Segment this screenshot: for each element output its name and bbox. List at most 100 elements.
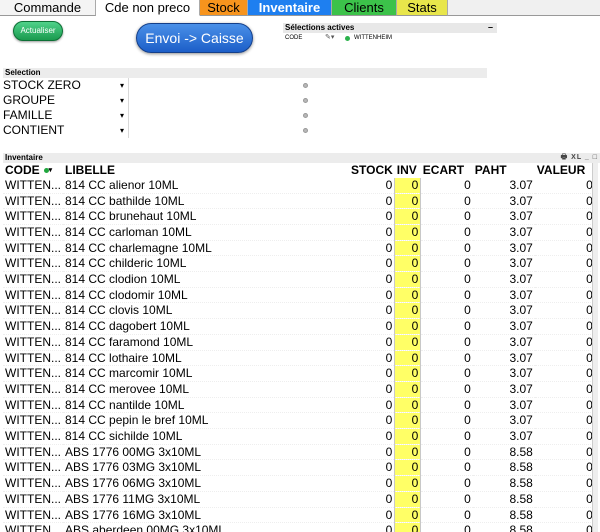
actualiser-button[interactable]: Actualiser [13, 21, 63, 41]
column-header-stock[interactable]: STOCK [349, 163, 395, 178]
cell-valeur: 0 [534, 428, 595, 445]
table-row[interactable]: WITTEN... 814 CC sichilde 10ML 0 0 0 3.07 0 [3, 428, 595, 445]
column-header-ecart[interactable]: ECART [421, 163, 473, 178]
cell-code: WITTEN... [3, 475, 63, 492]
table-tools-icon[interactable]: 🖶 XL _ □ [561, 153, 598, 163]
tab-cde-non-preco[interactable]: Cde non preco [96, 0, 200, 16]
cell-libelle: 814 CC alienor 10ML [63, 177, 349, 194]
cell-code: WITTEN... [3, 428, 63, 445]
table-row[interactable]: WITTEN... 814 CC merovee 10ML 0 0 0 3.07 0 [3, 381, 595, 398]
table-row[interactable]: WITTEN... ABS 1776 16MG 3x10ML 0 0 0 8.58 0 [3, 507, 595, 524]
dropdown-arrow-icon[interactable]: ▾ [120, 123, 124, 138]
cell-ecart: 0 [420, 240, 473, 257]
cell-inv[interactable]: 0 [394, 491, 422, 508]
table-row[interactable]: WITTEN... ABS aberdeen 00MG 3x10ML 0 0 0 8.58… [3, 522, 595, 532]
cell-inv[interactable]: 0 [394, 522, 422, 532]
radio-icon[interactable] [303, 128, 308, 133]
selection-row-stock-zero[interactable]: STOCK ZERO ▾ [3, 78, 487, 93]
dropdown-arrow-icon[interactable]: ▾ [120, 78, 124, 93]
cell-inv[interactable]: 0 [394, 255, 422, 273]
table-row[interactable]: WITTEN... 814 CC carloman 10ML 0 0 0 3.07 0 [3, 224, 595, 241]
selection-row-contient[interactable]: CONTIENT ▾ [3, 123, 487, 138]
table-row[interactable]: WITTEN... 814 CC clovis 10ML 0 0 0 3.07 0 [3, 302, 595, 320]
cell-inv[interactable]: 0 [394, 350, 422, 367]
cell-code: WITTEN... [3, 522, 63, 532]
table-row[interactable]: WITTEN... 814 CC pepin le bref 10ML 0 0 0 3.0… [3, 412, 595, 430]
cell-inv[interactable]: 0 [394, 428, 422, 445]
table-row[interactable]: WITTEN... 814 CC nantilde 10ML 0 0 0 3.07 0 [3, 397, 595, 414]
column-header-valeur[interactable]: VALEUR [535, 163, 595, 178]
cell-paht: 3.07 [472, 224, 535, 241]
cell-inv[interactable]: 0 [394, 208, 422, 225]
cell-stock: 0 [349, 193, 395, 210]
cell-code: WITTEN... [3, 287, 63, 304]
table-row[interactable]: WITTEN... 814 CC bathilde 10ML 0 0 0 3.07 0 [3, 193, 595, 210]
cell-inv[interactable]: 0 [394, 287, 422, 304]
table-row[interactable]: WITTEN... 814 CC marcomir 10ML 0 0 0 3.07 0 [3, 365, 595, 382]
cell-inv[interactable]: 0 [394, 302, 422, 320]
minimize-icon[interactable]: – [488, 23, 493, 32]
cell-valeur: 0 [534, 287, 595, 304]
table-row[interactable]: WITTEN... 814 CC alienor 10ML 0 0 0 3.07 0 [3, 177, 595, 194]
table-row[interactable]: WITTEN... ABS 1776 11MG 3x10ML 0 0 0 8.58 0 [3, 491, 595, 508]
tab-clients[interactable]: Clients [332, 0, 397, 16]
cell-paht: 8.58 [472, 491, 535, 508]
table-scrollbar[interactable] [592, 163, 598, 532]
cell-inv[interactable]: 0 [394, 193, 422, 210]
cell-inv[interactable]: 0 [394, 397, 422, 414]
radio-icon[interactable] [303, 83, 308, 88]
cell-inv[interactable]: 0 [394, 224, 422, 241]
cell-ecart: 0 [420, 381, 473, 398]
dropdown-arrow-icon[interactable]: ▾ [120, 108, 124, 123]
table-row[interactable]: WITTEN... ABS 1776 06MG 3x10ML 0 0 0 8.58 0 [3, 475, 595, 492]
table-row[interactable]: WITTEN... 814 CC clodion 10ML 0 0 0 3.07 0 [3, 271, 595, 288]
column-header-inv[interactable]: INV [395, 163, 421, 178]
dropdown-arrow-icon[interactable]: ▾ [120, 93, 124, 108]
cell-inv[interactable]: 0 [394, 318, 422, 335]
column-header-paht[interactable]: PAHT [473, 163, 535, 178]
column-header-libelle[interactable]: LIBELLE [63, 163, 349, 178]
cell-code: WITTEN... [3, 224, 63, 241]
cell-inv[interactable]: 0 [394, 240, 422, 257]
selections-actives-row[interactable]: CODE ✎▾ WITTENHEIM [283, 33, 497, 43]
table-row[interactable]: WITTEN... 814 CC charlemagne 10ML 0 0 0 3.07 0 [3, 240, 595, 257]
cell-inv[interactable]: 0 [394, 381, 422, 398]
tab-stats[interactable]: Stats [397, 0, 448, 16]
table-row[interactable]: WITTEN... 814 CC childeric 10ML 0 0 0 3.07 0 [3, 255, 595, 273]
radio-icon[interactable] [303, 98, 308, 103]
column-header-code[interactable]: CODE ▾ [3, 163, 63, 178]
selection-row-famille[interactable]: FAMILLE ▾ [3, 108, 487, 123]
cell-paht: 3.07 [472, 177, 535, 194]
table-row[interactable]: WITTEN... ABS 1776 00MG 3x10ML 0 0 0 8.58 0 [3, 444, 595, 461]
edit-dropdown-icon[interactable]: ✎▾ [325, 33, 345, 43]
cell-ecart: 0 [420, 522, 473, 532]
cell-libelle: 814 CC clodion 10ML [63, 271, 349, 288]
cell-inv[interactable]: 0 [394, 459, 422, 477]
tab-stock[interactable]: Stock [200, 0, 248, 16]
table-row[interactable]: WITTEN... 814 CC dagobert 10ML 0 0 0 3.07 0 [3, 318, 595, 335]
cell-valeur: 0 [534, 177, 595, 194]
cell-libelle: 814 CC dagobert 10ML [63, 318, 349, 335]
table-row[interactable]: WITTEN... ABS 1776 03MG 3x10ML 0 0 0 8.58 0 [3, 459, 595, 477]
selection-row-groupe[interactable]: GROUPE ▾ [3, 93, 487, 108]
table-row[interactable]: WITTEN... 814 CC brunehaut 10ML 0 0 0 3.07 0 [3, 208, 595, 225]
cell-inv[interactable]: 0 [394, 444, 422, 461]
cell-inv[interactable]: 0 [394, 507, 422, 524]
cell-inv[interactable]: 0 [394, 475, 422, 492]
cell-inv[interactable]: 0 [394, 271, 422, 288]
cell-inv[interactable]: 0 [394, 177, 422, 194]
cell-inv[interactable]: 0 [394, 365, 422, 382]
cell-stock: 0 [349, 522, 395, 532]
cell-code: WITTEN... [3, 193, 63, 210]
radio-icon[interactable] [303, 113, 308, 118]
table-row[interactable]: WITTEN... 814 CC lothaire 10ML 0 0 0 3.07 0 [3, 350, 595, 367]
cell-inv[interactable]: 0 [394, 412, 422, 430]
cell-valeur: 0 [534, 522, 595, 532]
tab-inventaire[interactable]: Inventaire [248, 0, 332, 16]
cell-ecart: 0 [420, 287, 473, 304]
table-row[interactable]: WITTEN... 814 CC clodomir 10ML 0 0 0 3.07 0 [3, 287, 595, 304]
table-row[interactable]: WITTEN... 814 CC faramond 10ML 0 0 0 3.07 0 [3, 334, 595, 351]
envoi-caisse-button[interactable]: Envoi -> Caisse [136, 23, 253, 53]
cell-inv[interactable]: 0 [394, 334, 422, 351]
tab-commande[interactable]: Commande [0, 0, 96, 16]
